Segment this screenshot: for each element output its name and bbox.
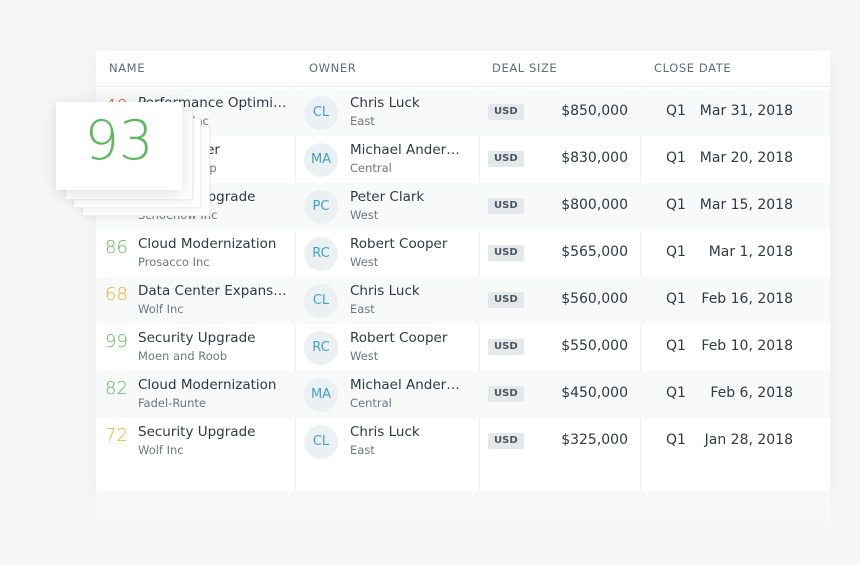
deal-title[interactable]: Cloud Modernization	[138, 236, 288, 252]
deal-title[interactable]: Security Upgrade	[138, 330, 288, 346]
close-quarter: Q1	[666, 291, 686, 307]
owner-region: East	[350, 302, 375, 316]
owner-region: West	[350, 255, 379, 269]
table-row[interactable]: 82 Cloud Modernization Fadel-Runte MA Michae…	[96, 371, 830, 418]
close-date: Feb 6, 2018	[710, 385, 793, 401]
table-row[interactable]: 72 Security Upgrade Wolf Inc CL Chris Luck Ea…	[96, 418, 830, 465]
owner-name[interactable]: Robert Cooper	[350, 330, 466, 346]
account-name: Moen and Roob	[138, 349, 228, 363]
owner-name[interactable]: Michael Anderson	[350, 377, 466, 393]
currency-badge: USD	[488, 151, 524, 167]
owner-avatar[interactable]: RC	[304, 237, 338, 271]
close-date: Mar 1, 2018	[708, 244, 793, 260]
deal-score: 72	[105, 425, 128, 446]
deal-amount: $450,000	[561, 385, 628, 401]
account-name: Prosacco Inc	[138, 255, 210, 269]
page: { "columns": { "name": "NAME", "owner": …	[0, 0, 860, 565]
owner-avatar[interactable]: MA	[304, 143, 338, 177]
close-date: Mar 31, 2018	[699, 103, 793, 119]
deal-title[interactable]: Cloud Modernization	[138, 377, 288, 393]
deal-score: 68	[105, 284, 128, 305]
close-quarter: Q1	[666, 244, 686, 260]
close-date: Jan 28, 2018	[704, 432, 793, 448]
close-date: Feb 10, 2018	[701, 338, 793, 354]
close-quarter: Q1	[666, 338, 686, 354]
close-date: Mar 15, 2018	[699, 197, 793, 213]
deal-amount: $800,000	[561, 197, 628, 213]
bottom-fade	[96, 491, 830, 531]
column-header-owner[interactable]: OWNER	[309, 61, 356, 75]
owner-avatar[interactable]: MA	[304, 378, 338, 412]
owner-region: West	[350, 349, 379, 363]
account-name: Wolf Inc	[138, 443, 184, 457]
currency-badge: USD	[488, 339, 524, 355]
owner-name[interactable]: Chris Luck	[350, 424, 466, 440]
owner-region: West	[350, 208, 379, 222]
deal-title[interactable]: Security Upgrade	[138, 424, 288, 440]
table-row[interactable]: 86 Cloud Modernization Prosacco Inc RC Rober…	[96, 230, 830, 277]
owner-region: Central	[350, 161, 392, 175]
table-header: NAME OWNER DEAL SIZE CLOSE DATE	[96, 51, 830, 87]
close-quarter: Q1	[666, 385, 686, 401]
table-row[interactable]: 99 Security Upgrade Moen and Roob RC Robert …	[96, 324, 830, 371]
owner-name[interactable]: Peter Clark	[350, 189, 466, 205]
owner-region: East	[350, 114, 375, 128]
account-name: Wolf Inc	[138, 302, 184, 316]
close-quarter: Q1	[666, 103, 686, 119]
popup-score: 93	[84, 109, 154, 172]
close-quarter: Q1	[666, 432, 686, 448]
deal-amount: $560,000	[561, 291, 628, 307]
deal-amount: $325,000	[561, 432, 628, 448]
owner-name[interactable]: Robert Cooper	[350, 236, 466, 252]
currency-badge: USD	[488, 433, 524, 449]
currency-badge: USD	[488, 292, 524, 308]
deal-score: 86	[105, 237, 128, 258]
column-header-name[interactable]: NAME	[109, 61, 145, 75]
owner-region: Central	[350, 396, 392, 410]
account-name: Fadel-Runte	[138, 396, 206, 410]
deal-score: 99	[105, 331, 128, 352]
deal-amount: $850,000	[561, 103, 628, 119]
score-popup-stack: 93	[56, 102, 216, 222]
column-header-deal-size[interactable]: DEAL SIZE	[492, 61, 557, 75]
owner-avatar[interactable]: RC	[304, 331, 338, 365]
column-header-close-date[interactable]: CLOSE DATE	[654, 61, 731, 75]
close-quarter: Q1	[666, 197, 686, 213]
currency-badge: USD	[488, 198, 524, 214]
score-popup[interactable]: 93	[56, 102, 182, 190]
owner-avatar[interactable]: CL	[304, 284, 338, 318]
close-quarter: Q1	[666, 150, 686, 166]
currency-badge: USD	[488, 104, 524, 120]
owner-avatar[interactable]: PC	[304, 190, 338, 224]
owner-name[interactable]: Chris Luck	[350, 95, 466, 111]
table-row[interactable]: 68 Data Center Expansion Wolf Inc CL Chris L…	[96, 277, 830, 324]
owner-avatar[interactable]: CL	[304, 96, 338, 130]
deal-score: 82	[105, 378, 128, 399]
deal-amount: $830,000	[561, 150, 628, 166]
owner-avatar[interactable]: CL	[304, 425, 338, 459]
close-date: Mar 20, 2018	[699, 150, 793, 166]
deal-amount: $550,000	[561, 338, 628, 354]
close-date: Feb 16, 2018	[701, 291, 793, 307]
deal-title[interactable]: Data Center Expansion	[138, 283, 288, 299]
owner-region: East	[350, 443, 375, 457]
currency-badge: USD	[488, 386, 524, 402]
currency-badge: USD	[488, 245, 524, 261]
owner-name[interactable]: Chris Luck	[350, 283, 466, 299]
owner-name[interactable]: Michael Anderson	[350, 142, 466, 158]
deal-amount: $565,000	[561, 244, 628, 260]
